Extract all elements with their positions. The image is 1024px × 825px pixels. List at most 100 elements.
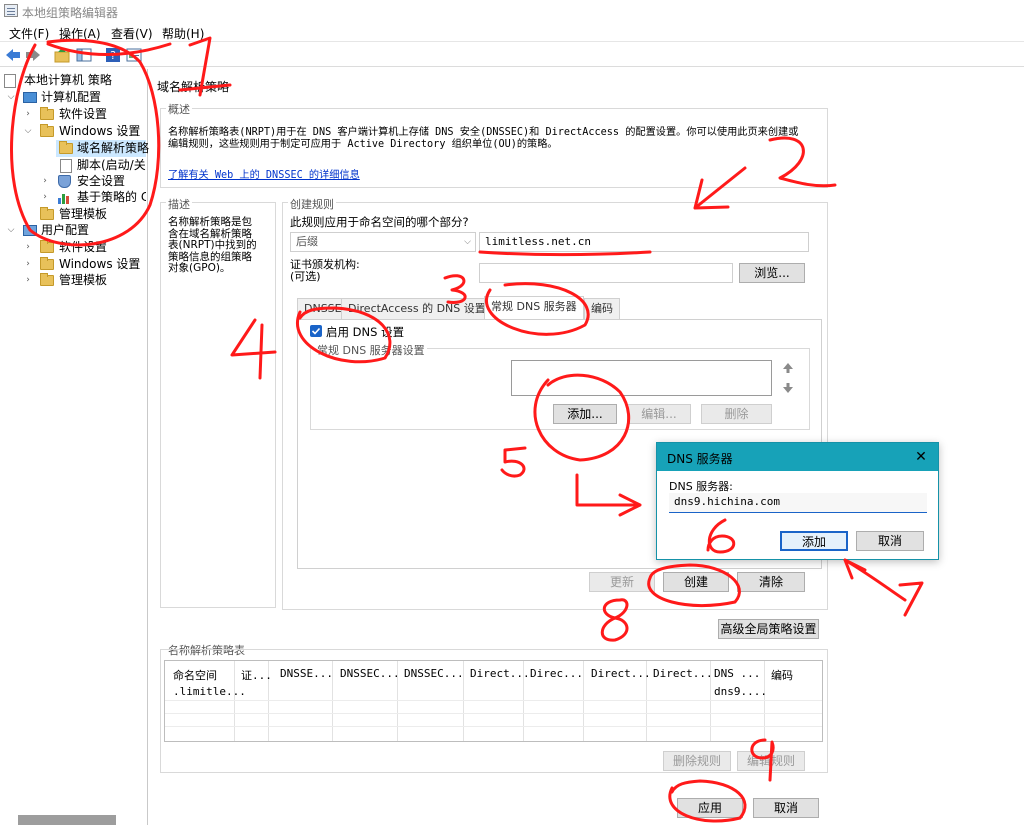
chevron-down-icon[interactable]: ⌵ (6, 222, 16, 239)
menu-view[interactable]: 查看(V) (111, 25, 153, 42)
tree-item-nrpt[interactable]: 域名解析策略 (56, 140, 149, 157)
table-header[interactable]: Direct... (591, 667, 651, 680)
dialog-title-bar: DNS 服务器 ✕ (657, 443, 938, 471)
help-icon[interactable]: ? (104, 46, 122, 64)
move-down-icon[interactable] (781, 381, 795, 395)
clear-button[interactable]: 清除 (737, 572, 805, 592)
edit-server-button[interactable]: 编辑... (627, 404, 691, 424)
tree-item-user-software[interactable]: › 软件设置 (23, 239, 145, 256)
chevron-down-icon: ⌵ (464, 237, 471, 247)
cert-authority-label: 证书颁发机构: (可选) (290, 258, 360, 283)
folder-icon (40, 107, 54, 120)
chevron-right-icon[interactable]: › (23, 272, 33, 289)
folder-icon (40, 207, 54, 220)
folder-icon (40, 124, 54, 137)
tree-item-windows-settings[interactable]: ⌵ Windows 设置 (23, 123, 145, 140)
folder-icon (40, 240, 54, 253)
dialog-add-button[interactable]: 添加 (780, 531, 848, 551)
toolbar: ? (0, 43, 1024, 67)
tree-item-user-config[interactable]: ⌵ 用户配置 (6, 222, 146, 239)
add-server-button[interactable]: 添加... (553, 404, 617, 424)
suffix-select[interactable]: 后缀 ⌵ (290, 232, 476, 252)
tree-item-user-windows[interactable]: › Windows 设置 (23, 256, 145, 273)
update-button[interactable]: 更新 (589, 572, 655, 592)
overview-text-2: 编辑规则，这些规则用于制定可应用于 Active Directory 组织单位(… (168, 139, 558, 150)
dns-server-list[interactable] (511, 360, 772, 396)
edit-rule-button[interactable]: 编辑规则 (737, 751, 805, 771)
user-icon (23, 225, 37, 236)
create-rule-title: 创建规则 (288, 196, 336, 212)
dialog-cancel-button[interactable]: 取消 (856, 531, 924, 551)
menu-bar: 文件(F) 操作(A) 查看(V) 帮助(H) (0, 22, 1024, 42)
table-header[interactable]: Direct... (653, 667, 713, 680)
chevron-right-icon[interactable]: › (40, 189, 50, 206)
enable-dns-checkbox[interactable] (310, 325, 322, 337)
tree-item-user-admin[interactable]: › 管理模板 (23, 272, 145, 289)
menu-action[interactable]: 操作(A) (59, 25, 101, 42)
cancel-button[interactable]: 取消 (753, 798, 819, 818)
folder-icon (40, 257, 54, 270)
script-doc-icon (60, 159, 72, 173)
general-dns-settings-title: 常规 DNS 服务器设置 (315, 342, 427, 358)
page-title: 域名解析策略 (157, 80, 230, 94)
tab-general-dns[interactable]: 常规 DNS 服务器 (484, 296, 584, 320)
table-header[interactable]: 证... (241, 667, 272, 683)
chevron-down-icon[interactable]: ⌵ (6, 89, 16, 106)
chevron-right-icon[interactable]: › (23, 256, 33, 273)
chevron-right-icon[interactable]: › (23, 239, 33, 256)
description-title: 描述 (166, 196, 192, 212)
up-folder-icon[interactable] (53, 46, 71, 64)
tree-item-computer-config[interactable]: ⌵ 计算机配置 (6, 89, 146, 106)
menu-help[interactable]: 帮助(H) (162, 25, 204, 42)
back-arrow-icon[interactable] (4, 46, 22, 64)
browse-button[interactable]: 浏览... (739, 263, 805, 283)
table-header[interactable]: DNSSEC... (340, 667, 400, 680)
advanced-global-settings-button[interactable]: 高级全局策略设置 (718, 619, 819, 639)
table-cell-dns[interactable]: dns9.... (714, 685, 767, 698)
create-button[interactable]: 创建 (663, 572, 729, 592)
close-icon[interactable]: ✕ (912, 448, 930, 466)
show-hide-tree-icon[interactable] (75, 46, 93, 64)
table-header[interactable]: Direc... (530, 667, 583, 680)
dialog-title: DNS 服务器 (667, 452, 733, 466)
tree-panel: 本地计算机 策略 ⌵ 计算机配置 › 软件设置 ⌵ Windows 设置 域名解… (0, 69, 149, 825)
table-header[interactable]: 编码 (771, 667, 793, 683)
table-header[interactable]: Direct... (470, 667, 530, 680)
tree-horizontal-scrollbar[interactable] (18, 815, 116, 825)
table-header[interactable]: DNS ... (714, 667, 760, 680)
window-title: 本地组策略编辑器 (22, 6, 119, 20)
tab-directaccess-dns[interactable]: DirectAccess 的 DNS 设置 (341, 298, 493, 320)
menu-file[interactable]: 文件(F) (9, 25, 49, 42)
dns-server-input[interactable]: dns9.hichina.com (669, 493, 927, 513)
delete-server-button[interactable]: 删除 (701, 404, 772, 424)
properties-icon[interactable] (125, 46, 143, 64)
dnssec-info-link[interactable]: 了解有关 Web 上的 DNSSEC 的详细信息 (168, 166, 360, 181)
namespace-input[interactable]: limitless.net.cn (479, 232, 809, 252)
forward-arrow-icon[interactable] (24, 46, 42, 64)
table-header[interactable]: DNSSEC... (404, 667, 464, 680)
tree-item-policy-qos[interactable]: › 基于策略的 C (40, 189, 146, 206)
apply-button[interactable]: 应用 (677, 798, 743, 818)
tree-item-scripts[interactable]: 脚本(启动/关 (56, 157, 146, 174)
delete-rule-button[interactable]: 删除规则 (663, 751, 731, 771)
enable-dns-label: 启用 DNS 设置 (326, 325, 405, 339)
nrpt-table[interactable]: 命名空间 证... DNSSE... DNSSEC... DNSSEC... D… (164, 660, 823, 742)
cert-authority-input[interactable] (479, 263, 733, 283)
table-header[interactable]: DNSSE... (280, 667, 333, 680)
chevron-right-icon[interactable]: › (40, 173, 50, 190)
dns-server-dialog: DNS 服务器 ✕ DNS 服务器: dns9.hichina.com 添加 取… (656, 442, 939, 560)
title-bar: 本地组策略编辑器 (0, 0, 1024, 22)
table-cell-namespace[interactable]: .limitle... (173, 685, 246, 698)
chevron-down-icon[interactable]: ⌵ (23, 123, 33, 140)
tree-item-software-settings[interactable]: › 软件设置 (23, 106, 145, 123)
tree-item-root[interactable]: 本地计算机 策略 (4, 72, 144, 89)
tab-encoding[interactable]: 编码 (584, 298, 620, 320)
folder-icon (59, 141, 73, 154)
tree-item-admin-templates[interactable]: 管理模板 (23, 206, 145, 223)
folder-icon (40, 273, 54, 286)
table-header[interactable]: 命名空间 (173, 667, 217, 683)
chevron-right-icon[interactable]: › (23, 106, 33, 123)
overview-title: 概述 (166, 101, 192, 117)
move-up-icon[interactable] (781, 361, 795, 375)
tree-item-security-settings[interactable]: › 安全设置 (40, 173, 146, 190)
